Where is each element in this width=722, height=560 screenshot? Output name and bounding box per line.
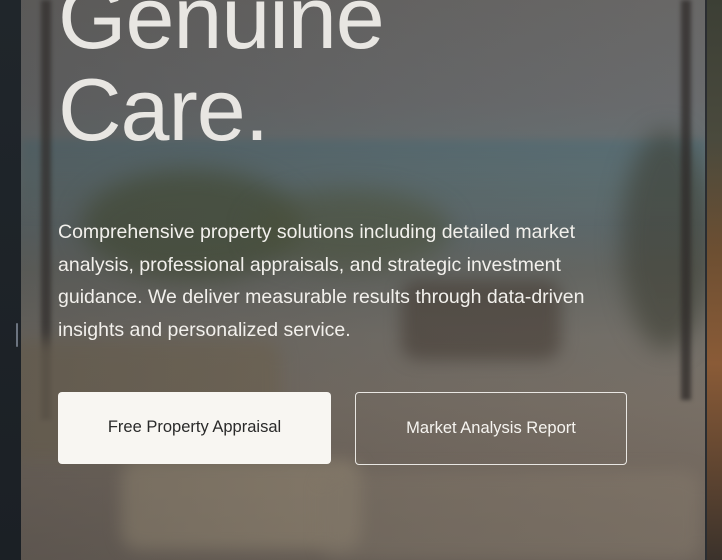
free-property-appraisal-button[interactable]: Free Property Appraisal [58,392,331,464]
headline-line-2: Care. [58,60,269,159]
left-side-rail [0,0,21,560]
headline-line-1: Genuine [58,0,385,67]
hero-headline: Genuine Care. [58,0,385,159]
rail-scroll-indicator[interactable] [16,323,18,347]
page: Genuine Care. Comprehensive property sol… [0,0,722,560]
hero-description: Comprehensive property solutions includi… [58,221,585,341]
market-analysis-report-button[interactable]: Market Analysis Report [355,392,627,465]
right-adjacent-panel [707,0,722,560]
